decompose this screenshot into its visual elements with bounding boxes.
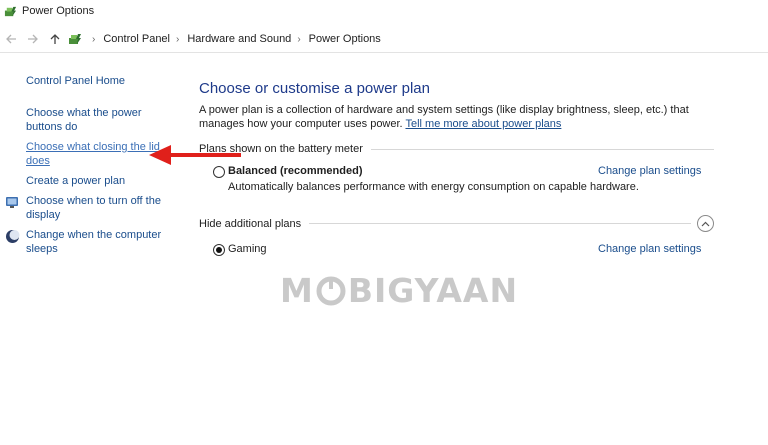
chevron-up-icon — [701, 221, 710, 226]
title-bar: Power Options — [0, 0, 768, 22]
address-bar: › Control Panel › Hardware and Sound › P… — [0, 26, 768, 53]
sidebar-item-computer-sleeps[interactable]: Change when the computer sleeps — [26, 228, 171, 256]
breadcrumb-power-options[interactable]: Power Options — [309, 33, 381, 45]
back-button[interactable] — [0, 28, 22, 50]
sidebar-control-panel-home[interactable]: Control Panel Home — [26, 74, 171, 88]
section-divider — [309, 223, 691, 224]
balanced-plan-description: Automatically balances performance with … — [228, 181, 639, 193]
watermark-left-text: M — [280, 271, 314, 310]
up-button[interactable] — [44, 28, 66, 50]
moon-icon — [6, 230, 20, 243]
page-title: Choose or customise a power plan — [199, 80, 430, 97]
arrow-left-icon — [6, 34, 16, 44]
arrow-up-icon — [50, 34, 60, 44]
gaming-change-settings-link[interactable]: Change plan settings — [598, 243, 701, 255]
sidebar-item-turn-off-display[interactable]: Choose when to turn off the display — [26, 194, 171, 222]
sidebar-item-power-buttons[interactable]: Choose what the power buttons do — [26, 106, 171, 134]
collapse-button[interactable] — [697, 215, 714, 232]
hide-additional-plans-label[interactable]: Hide additional plans — [199, 218, 301, 230]
gaming-radio[interactable] — [213, 244, 225, 256]
page-description: A power plan is a collection of hardware… — [199, 103, 719, 131]
power-options-icon — [4, 6, 17, 16]
breadcrumb: › Control Panel › Hardware and Sound › P… — [68, 32, 381, 46]
gaming-plan-name[interactable]: Gaming — [228, 243, 267, 255]
watermark: M BIGYAAN — [280, 271, 518, 310]
breadcrumb-control-panel[interactable]: Control Panel — [103, 33, 170, 45]
forward-button[interactable] — [22, 28, 44, 50]
balanced-plan-name[interactable]: Balanced (recommended) — [228, 165, 362, 177]
section-divider — [370, 148, 714, 150]
monitor-shield-icon — [6, 197, 18, 208]
chevron-right-icon[interactable]: › — [176, 34, 179, 45]
chevron-right-icon[interactable]: › — [92, 34, 95, 45]
additional-plans-section: Hide additional plans — [199, 215, 714, 232]
breadcrumb-hardware-and-sound[interactable]: Hardware and Sound — [187, 33, 291, 45]
window-title: Power Options — [22, 5, 95, 17]
balanced-change-settings-link[interactable]: Change plan settings — [598, 165, 701, 177]
control-panel-icon — [69, 34, 81, 44]
watermark-logo-icon — [316, 276, 346, 305]
watermark-right-text: BIGYAAN — [347, 271, 519, 310]
tell-me-more-link[interactable]: Tell me more about power plans — [405, 118, 561, 130]
battery-section-label: Plans shown on the battery meter — [199, 143, 363, 155]
arrow-right-icon — [28, 34, 38, 44]
sidebar-item-create-power-plan[interactable]: Create a power plan — [26, 174, 171, 188]
balanced-radio[interactable] — [213, 166, 225, 178]
chevron-right-icon[interactable]: › — [297, 34, 300, 45]
battery-meter-section: Plans shown on the battery meter — [199, 143, 714, 155]
